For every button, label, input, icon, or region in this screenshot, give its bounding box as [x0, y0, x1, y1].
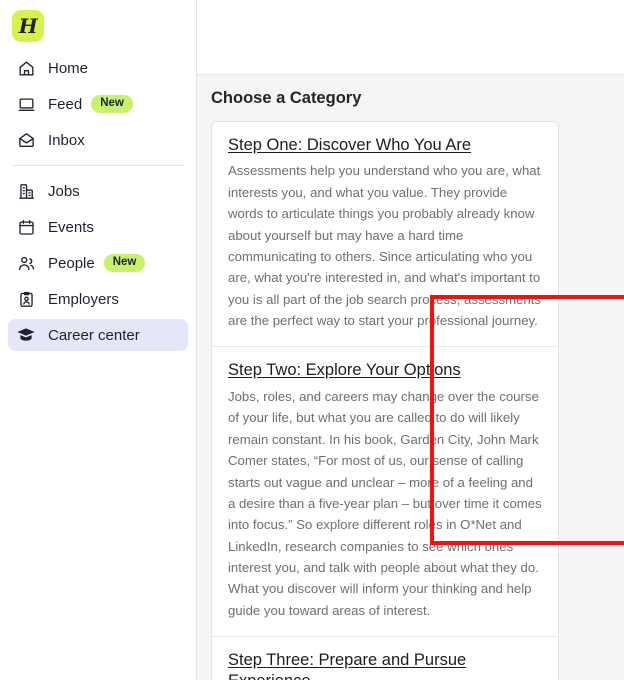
sidebar-item-home[interactable]: Home [8, 52, 188, 84]
step-two-title-link[interactable]: Step Two: Explore Your Options [228, 360, 542, 381]
sidebar-item-label: Feed [48, 95, 83, 113]
top-header-bar [197, 0, 624, 75]
app-root: H Home Feed New Inbox Jobs Events People… [0, 0, 624, 680]
calendar-icon [16, 217, 36, 237]
page-title: Choose a Category [211, 89, 362, 107]
sidebar-item-label: Jobs [48, 182, 80, 200]
building-icon [16, 181, 36, 201]
sidebar-item-employers[interactable]: Employers [8, 283, 188, 315]
sidebar-badge-new: New [103, 253, 146, 273]
sidebar-item-label: Home [48, 59, 89, 77]
step-three-title-link[interactable]: Step Three: Prepare and Pursue Experienc… [228, 650, 542, 680]
step-one-title-link[interactable]: Step One: Discover Who You Are [228, 135, 542, 156]
step-card-two[interactable]: Step Two: Explore Your Options Jobs, rol… [212, 347, 558, 638]
main-content: Choose a Category Step One: Discover Who… [197, 0, 624, 680]
step-card-list: Step One: Discover Who You Are Assessmen… [211, 120, 559, 680]
sidebar-item-jobs[interactable]: Jobs [8, 175, 188, 207]
sidebar-item-events[interactable]: Events [8, 211, 188, 243]
id-badge-icon [16, 289, 36, 309]
step-card-three[interactable]: Step Three: Prepare and Pursue Experienc… [212, 637, 558, 680]
sidebar-item-label: Employers [48, 290, 119, 308]
graduation-cap-icon [16, 325, 36, 345]
sidebar-group-secondary: Jobs Events People New Employers Career … [0, 175, 196, 351]
step-card-one[interactable]: Step One: Discover Who You Are Assessmen… [212, 121, 558, 348]
sidebar-item-people[interactable]: People New [8, 247, 188, 279]
sidebar-item-label: Events [48, 218, 94, 236]
category-section: Choose a Category Step One: Discover Who… [197, 75, 624, 680]
home-icon [16, 58, 36, 78]
sidebar-badge-new: New [91, 94, 133, 114]
sidebar-divider [12, 165, 184, 166]
sidebar-item-label: Inbox [48, 131, 85, 149]
brand-logo-wrapper: H [0, 0, 196, 42]
sidebar: H Home Feed New Inbox Jobs Events People… [0, 0, 197, 680]
feed-icon [16, 94, 36, 114]
sidebar-item-feed[interactable]: Feed New [8, 88, 188, 120]
sidebar-group-primary: Home Feed New Inbox [0, 52, 196, 156]
step-two-body: Jobs, roles, and careers may change over… [228, 389, 542, 618]
step-one-body: Assessments help you understand who you … [228, 163, 541, 329]
sidebar-item-career-center[interactable]: Career center [8, 319, 188, 351]
sidebar-item-label: Career center [48, 326, 140, 344]
sidebar-item-label: People [48, 254, 95, 272]
inbox-icon [16, 130, 36, 150]
people-icon [16, 253, 36, 273]
handshake-logo-icon[interactable]: H [12, 10, 44, 42]
sidebar-item-inbox[interactable]: Inbox [8, 124, 188, 156]
